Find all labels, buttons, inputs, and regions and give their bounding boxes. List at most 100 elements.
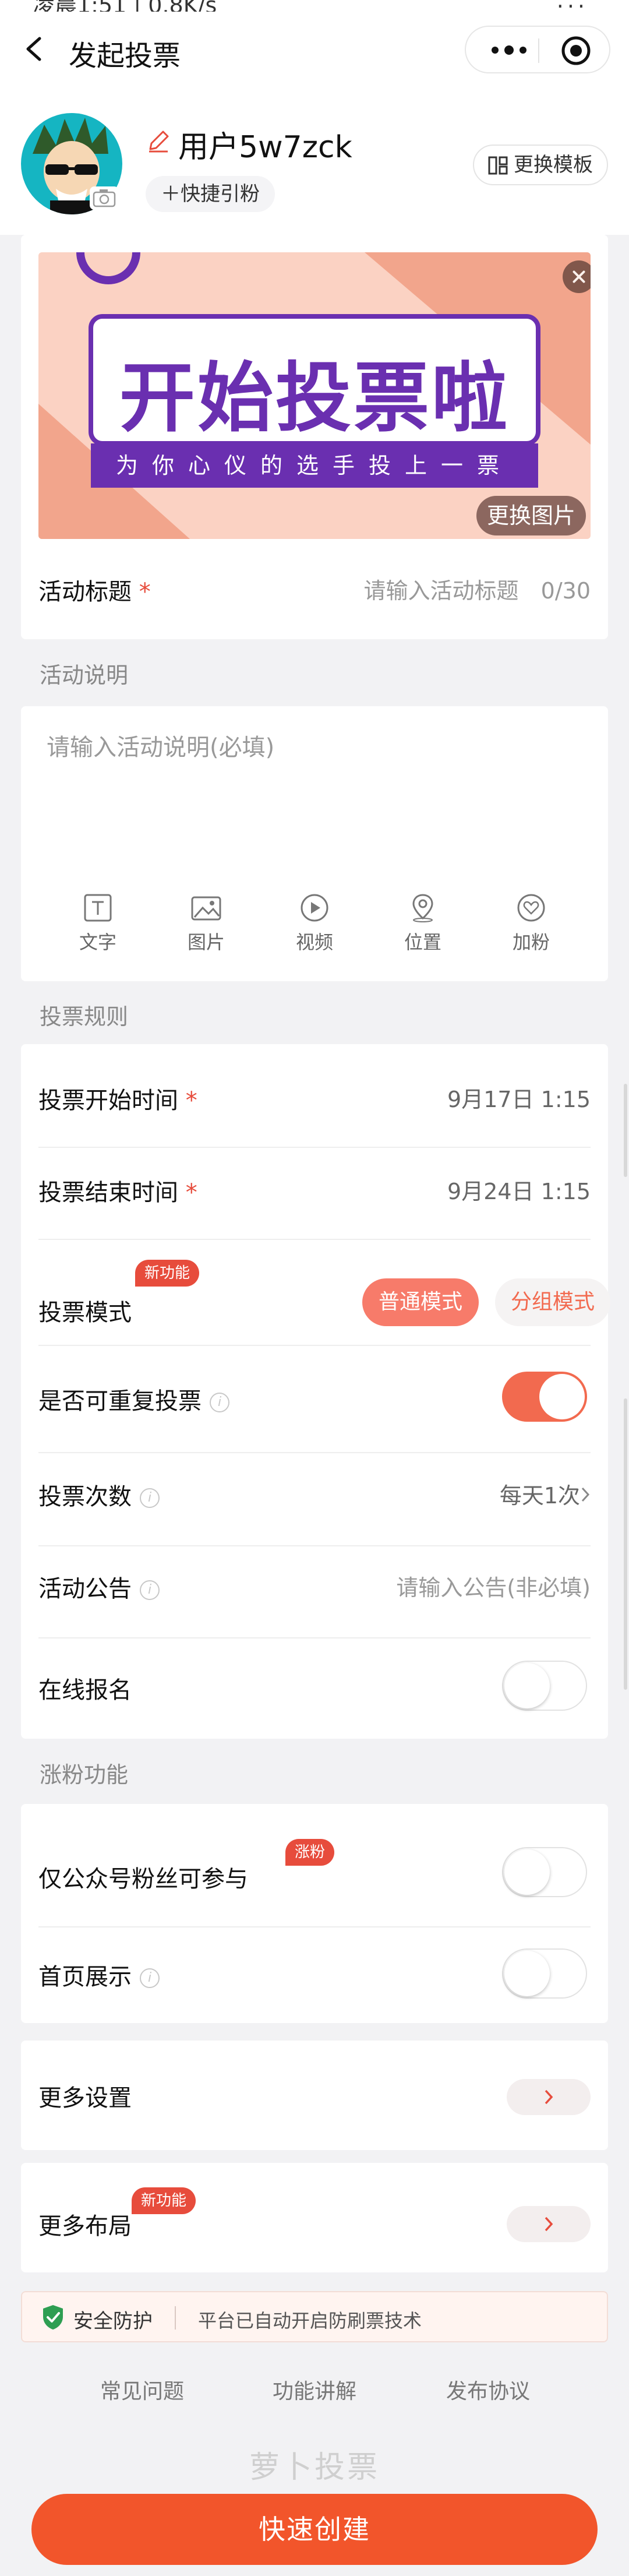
activity-desc-section-title: 活动说明 <box>40 662 129 688</box>
camera-icon[interactable] <box>90 186 119 210</box>
activity-title-label: 活动标题 * <box>38 579 151 605</box>
home-display-toggle[interactable] <box>502 1948 587 1999</box>
more-layout-card[interactable]: 更多布局 新功能 <box>21 2163 608 2272</box>
tool-add-fans[interactable]: 加粉 <box>496 893 566 954</box>
divider <box>38 1926 591 1927</box>
vote-mode-label: 投票模式 <box>38 1299 132 1326</box>
activity-desc-card: 请输入活动说明(必填) 文字 图片 视频 位置 加粉 <box>21 706 608 981</box>
vote-count-row[interactable]: 投票次数 i 每天1次 <box>38 1478 591 1513</box>
info-icon[interactable]: i <box>140 1968 160 1988</box>
edit-pencil-icon[interactable] <box>146 128 171 154</box>
banner-subtitle: 为你心仪的选手投上一票 <box>115 453 513 478</box>
tool-image-label: 图片 <box>187 931 225 953</box>
user-name: 用户5w7zck <box>178 130 352 165</box>
end-time-row[interactable]: 投票结束时间 * 9月24日 1:15 <box>38 1174 591 1208</box>
tool-image[interactable]: 图片 <box>171 893 241 954</box>
faq-link[interactable]: 常见问题 <box>100 2374 184 2405</box>
home-display-row: 首页展示 i <box>38 1933 591 2009</box>
security-title: 安全防护 <box>73 2310 153 2333</box>
image-icon <box>191 896 221 921</box>
navbar: 发起投票 <box>0 12 629 93</box>
scrollbar[interactable] <box>624 1084 627 1177</box>
divider <box>38 1239 591 1240</box>
feature-guide-link[interactable]: 功能讲解 <box>273 2374 356 2405</box>
mini-program-capsule <box>465 26 610 73</box>
change-image-button[interactable]: 更换图片 <box>476 496 586 535</box>
signup-toggle[interactable] <box>502 1661 587 1711</box>
tool-location[interactable]: 位置 <box>388 893 458 954</box>
vote-count-label: 投票次数 i <box>38 1478 160 1511</box>
chevron-right-icon <box>545 2089 553 2105</box>
end-time-label: 投票结束时间 * <box>38 1179 197 1206</box>
cover-banner: 开始投票啦 为你心仪的选手投上一票 更换图片 <box>38 252 591 539</box>
repeat-vote-label: 是否可重复投票 i <box>38 1382 229 1416</box>
normal-mode-button[interactable]: 普通模式 <box>362 1278 479 1326</box>
divider <box>38 1345 591 1346</box>
capsule-divider <box>538 38 539 63</box>
new-feature-badge: 新功能 <box>135 1260 200 1287</box>
info-icon[interactable]: i <box>140 1580 160 1600</box>
rules-section-title: 投票规则 <box>40 1004 129 1030</box>
info-icon[interactable]: i <box>210 1393 229 1412</box>
security-divider <box>175 2306 176 2330</box>
shield-check-icon <box>43 2305 63 2330</box>
follower-only-row: 仅公众号粉丝可参与 涨粉 <box>38 1828 591 1910</box>
required-mark: * <box>139 579 151 605</box>
home-display-label: 首页展示 i <box>38 1958 160 1992</box>
more-settings-label: 更多设置 <box>38 2085 132 2112</box>
more-layout-button[interactable] <box>507 2206 591 2242</box>
start-time-row[interactable]: 投票开始时间 * 9月17日 1:15 <box>38 1081 591 1116</box>
repeat-vote-row: 是否可重复投票 i <box>38 1360 591 1436</box>
tool-video[interactable]: 视频 <box>280 893 349 954</box>
status-left-text: 凌晨1:51 | 0.8K/s <box>33 0 217 12</box>
status-bar: 凌晨1:51 | 0.8K/s ... <box>0 0 629 12</box>
brand-watermark: 萝卜投票 <box>249 2450 380 2485</box>
location-pin-icon <box>412 894 433 922</box>
rules-card: 投票开始时间 * 9月17日 1:15 投票结束时间 * 9月24日 1:15 … <box>21 1044 610 1739</box>
repeat-vote-toggle[interactable] <box>502 1372 587 1422</box>
quick-create-button[interactable]: 快速创建 <box>31 2494 598 2565</box>
activity-title-input[interactable]: 请输入活动标题 0/30 <box>364 573 591 605</box>
toggle-knob <box>539 1374 585 1419</box>
start-time-value[interactable]: 9月17日 1:15 <box>447 1081 591 1113</box>
back-arrow-icon[interactable] <box>20 31 49 66</box>
end-time-value[interactable]: 9月24日 1:15 <box>447 1174 591 1206</box>
tool-location-label: 位置 <box>404 931 441 953</box>
banner-close-icon[interactable] <box>563 260 591 293</box>
scrollbar[interactable] <box>624 1398 627 1690</box>
change-template-label: 更换模板 <box>514 153 593 177</box>
quick-fans-button[interactable]: ＋快捷引粉 <box>146 176 275 212</box>
signup-row: 在线报名 <box>38 1649 591 1725</box>
info-icon[interactable]: i <box>140 1488 160 1508</box>
page-title: 发起投票 <box>69 40 181 72</box>
notice-label: 活动公告 i <box>38 1570 160 1604</box>
signup-label: 在线报名 <box>38 1677 132 1704</box>
follower-only-toggle[interactable] <box>502 1847 587 1897</box>
activity-desc-input[interactable]: 请输入活动说明(必填) <box>47 728 274 762</box>
group-mode-button[interactable]: 分组模式 <box>495 1278 610 1326</box>
follower-only-label: 仅公众号粉丝可参与 <box>38 1866 248 1893</box>
toggle-knob <box>504 1663 550 1708</box>
start-time-label: 投票开始时间 * <box>38 1087 197 1114</box>
notice-input[interactable]: 请输入公告(非必填) <box>396 1570 591 1602</box>
video-play-icon <box>301 894 328 922</box>
divider <box>38 1637 591 1638</box>
activity-title-placeholder: 请输入活动标题 <box>363 578 519 604</box>
toggle-knob <box>504 1951 550 1996</box>
notice-row[interactable]: 活动公告 i 请输入公告(非必填) <box>38 1570 591 1605</box>
required-mark: * <box>185 1087 197 1114</box>
publish-agreement-link[interactable]: 发布协议 <box>446 2374 530 2405</box>
tool-text[interactable]: 文字 <box>63 893 133 954</box>
tool-video-label: 视频 <box>295 931 333 953</box>
vote-count-value[interactable]: 每天1次 <box>500 1478 580 1510</box>
tool-add-fans-label: 加粉 <box>512 931 550 953</box>
activity-title-row[interactable]: 活动标题 * 请输入活动标题 0/30 <box>38 573 591 608</box>
more-dots-icon[interactable] <box>486 37 532 63</box>
divider <box>38 1545 591 1546</box>
more-settings-button[interactable] <box>507 2079 591 2115</box>
close-target-icon[interactable] <box>559 34 593 68</box>
more-settings-card[interactable]: 更多设置 <box>21 2041 608 2150</box>
text-icon <box>84 894 112 922</box>
activity-title-counter: 0/30 <box>540 578 591 604</box>
change-template-button[interactable]: 更换模板 <box>473 145 608 185</box>
